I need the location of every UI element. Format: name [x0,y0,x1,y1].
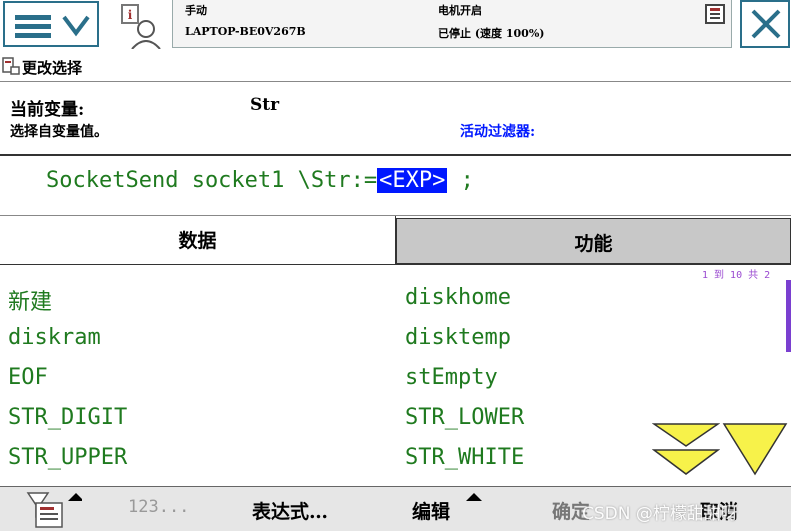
list-item[interactable]: diskhome [405,285,511,310]
device-name: LAPTOP-BE0V267B [185,25,306,38]
page-indicator: 1 到 10 共 2 [702,270,771,281]
current-variable-label: 当前变量: [10,100,85,120]
tab-data[interactable]: 数据 [0,216,396,264]
tab-data-label: 数据 [178,230,217,252]
motor-status: 电机开启 [438,4,482,17]
list-item[interactable]: STR_DIGIT [8,405,127,430]
tab-function-label: 功能 [574,233,613,255]
svg-text:i: i [128,8,133,22]
list-item[interactable]: stEmpty [405,365,498,390]
operator-info-icon[interactable]: i [118,3,164,49]
list-item[interactable]: disktemp [405,325,511,350]
scrollbar[interactable] [786,280,791,352]
screen-title: 更改选择 [22,59,83,77]
active-filter-label[interactable]: 活动过滤器: [460,121,535,141]
run-status: 已停止 (速度 100%) [438,27,545,40]
filter-icon[interactable] [26,491,82,529]
list-item[interactable]: EOF [8,365,48,390]
close-icon [751,9,781,39]
hamburger-icon-line [15,24,51,29]
page-down-icon[interactable] [652,422,720,478]
list-item[interactable]: STR_LOWER [405,405,524,430]
mode-label: 手动 [185,4,207,17]
select-hint: 选择自变量值。 [10,124,108,140]
expression-button[interactable]: 表达式… [252,497,328,524]
hamburger-icon-line [15,33,51,38]
watermark: CSDN @柠檬甜甜呀 [582,504,738,524]
top-bar: i 手动 LAPTOP-BE0V267B 电机开启 已停止 (速度 100%) [0,0,791,54]
expression-line: SocketSend socket1 \Str:=<EXP> ; [46,168,474,193]
chevron-down-icon [62,15,90,37]
scroll-down-icon[interactable] [722,422,788,476]
bottom-bar: 123... 表达式… 编辑 确定 取消 CSDN @柠檬甜甜呀 [0,486,791,531]
close-button[interactable] [740,0,790,48]
current-variable-value: Str [250,95,280,115]
edit-button[interactable]: 编辑 [412,497,450,524]
list-item[interactable]: diskram [8,325,101,350]
list-item[interactable]: STR_WHITE [405,445,524,470]
menu-up-icon [466,493,482,501]
hamburger-icon [15,15,51,20]
change-selection-icon [2,57,20,75]
expression-suffix: ; [447,168,474,193]
main-menu-button[interactable] [3,1,99,47]
expression-placeholder[interactable]: <EXP> [377,168,448,193]
list-item[interactable]: 新建 [8,284,52,316]
screen-title-row: 更改选择 [0,54,791,82]
status-panel[interactable]: 手动 LAPTOP-BE0V267B 电机开启 已停止 (速度 100%) [172,0,732,48]
numeric-button[interactable]: 123... [128,497,189,517]
event-log-icon [705,4,725,24]
list-item[interactable]: STR_UPPER [8,445,127,470]
expression-prefix: SocketSend socket1 \Str:= [46,168,378,193]
tab-function[interactable]: 功能 [396,218,791,264]
